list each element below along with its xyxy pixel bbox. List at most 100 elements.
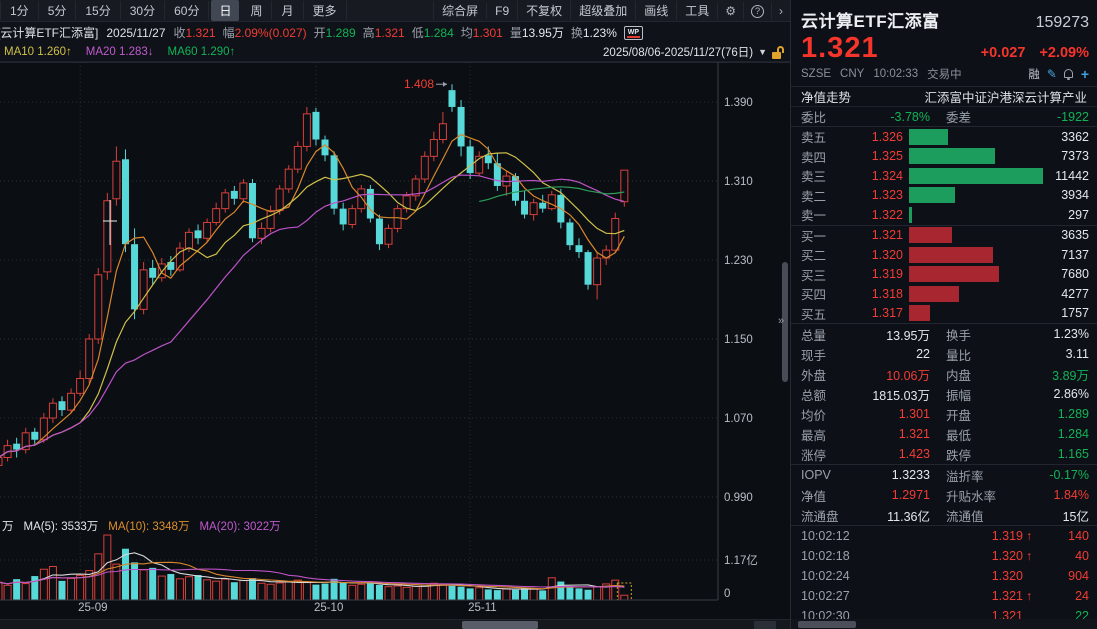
orderbook-row-卖四[interactable]: 卖四1.3257373 xyxy=(791,147,1097,167)
volume-bar-up xyxy=(385,587,392,600)
help-icon[interactable]: ? xyxy=(743,2,771,19)
scrollbar-button[interactable] xyxy=(754,621,776,629)
sell-orderbook: 卖五1.3263362卖四1.3257373卖三1.32411442卖二1.32… xyxy=(791,127,1097,226)
more-chevron-icon[interactable]: › xyxy=(771,3,790,19)
quote-field-收: 收1.321 xyxy=(174,26,216,40)
orderbook-volume-bar xyxy=(909,247,993,263)
date-range[interactable]: 2025/08/06-2025/11/27(76日) xyxy=(603,44,753,60)
exchange-label: SZSE xyxy=(801,68,831,80)
volume-axis-zero: 0 xyxy=(724,588,730,600)
stat-label: 内盘 xyxy=(946,365,1008,384)
stock-code: 159273 xyxy=(1036,14,1089,32)
settings-gear-icon[interactable]: ⚙ xyxy=(717,3,743,19)
volume-ma5-line xyxy=(0,553,624,589)
stat-label: 开盘 xyxy=(946,405,1008,424)
quote-field-换: 换1.23% xyxy=(571,26,617,40)
stat-value: 1.165 xyxy=(1008,447,1089,461)
fund-full-name[interactable]: 汇添富中证沪港深云计算产业 xyxy=(924,87,1087,106)
tab-period-更多[interactable]: 更多 xyxy=(304,1,347,20)
tab-period-30分[interactable]: 30分 xyxy=(121,1,165,20)
orderbook-row-卖二[interactable]: 卖二1.3233934 xyxy=(791,186,1097,206)
orderbook-price: 1.323 xyxy=(841,188,903,202)
orderbook-level-label: 买一 xyxy=(801,226,841,245)
orderbook-row-卖一[interactable]: 卖一1.322297 xyxy=(791,205,1097,225)
toolbar-action-不复权[interactable]: 不复权 xyxy=(517,1,570,20)
volume-bar-up xyxy=(204,580,211,600)
orderbook-volume-bar xyxy=(909,129,948,145)
orderbook-row-买一[interactable]: 买一1.3213635 xyxy=(791,226,1097,246)
unlock-icon[interactable] xyxy=(772,46,784,59)
quote-fields: 收1.321幅2.09%(0.027)开1.289高1.321低1.284均1.… xyxy=(174,24,624,41)
y-axis-tick: 1.310 xyxy=(724,176,753,188)
tab-period-日[interactable]: 日 xyxy=(211,0,239,21)
orderbook-row-卖五[interactable]: 卖五1.3263362 xyxy=(791,127,1097,147)
panel-collapse-icon[interactable]: » xyxy=(778,315,784,327)
y-axis-tick: 0.990 xyxy=(724,492,753,504)
candle-up xyxy=(594,258,601,285)
volume-bar-up xyxy=(548,578,555,600)
panel-scrollbar-thumb[interactable] xyxy=(798,621,856,628)
candlestick-chart[interactable]: 1.3901.3101.2301.1501.0700.9901.408 xyxy=(0,62,790,517)
stat-label: 升贴水率 xyxy=(946,486,1008,505)
orderbook-price: 1.325 xyxy=(841,149,903,163)
orderbook-bar-track xyxy=(909,168,1043,184)
candle-up xyxy=(140,270,147,310)
tab-period-60分[interactable]: 60分 xyxy=(165,1,209,20)
chevron-down-icon[interactable]: ▼ xyxy=(758,47,767,57)
orderbook-volume: 3934 xyxy=(1043,188,1089,202)
price-change-pct: +2.09% xyxy=(1039,45,1089,61)
candle-up xyxy=(77,379,84,394)
volume-bar-up xyxy=(158,576,165,600)
alert-bell-icon[interactable] xyxy=(1064,69,1073,78)
stat-value: 1.301 xyxy=(849,407,930,421)
orderbook-row-买五[interactable]: 买五1.3171757 xyxy=(791,304,1097,324)
chart-section: 1分5分15分30分60分日周月更多 综合屏F9不复权超级叠加画线工具⚙?› [… xyxy=(0,0,790,629)
add-watchlist-icon[interactable]: + xyxy=(1081,66,1089,82)
tab-period-5分[interactable]: 5分 xyxy=(39,1,77,20)
chart-scrollbar-thumb[interactable] xyxy=(462,621,538,629)
period-tabs: 1分5分15分30分60分日周月更多 xyxy=(0,0,347,21)
iopv-row-流通盘: 流通盘11.36亿流通值15亿 xyxy=(791,505,1097,525)
wp-monitor-icon[interactable]: WP xyxy=(624,26,643,40)
candle-down xyxy=(58,401,65,410)
toolbar-action-画线[interactable]: 画线 xyxy=(635,1,676,20)
stat-label: 溢折率 xyxy=(946,466,1008,485)
iopv-row-净值: 净值1.2971升贴水率1.84% xyxy=(791,485,1097,505)
candle-down xyxy=(575,245,582,252)
tab-period-15分[interactable]: 15分 xyxy=(76,1,120,20)
quote-time: 10:02:33 xyxy=(873,68,918,80)
volume-ma-label: MA(10): 3348万 xyxy=(108,518,189,534)
tick-time: 10:02:18 xyxy=(801,549,867,563)
tick-price: 1.320 xyxy=(867,569,1023,583)
toolbar-action-工具[interactable]: 工具 xyxy=(676,1,717,20)
candle-up xyxy=(86,339,93,379)
tab-period-月[interactable]: 月 xyxy=(272,1,303,20)
tab-period-周[interactable]: 周 xyxy=(241,1,272,20)
panel-scrollbar[interactable] xyxy=(791,619,1097,629)
tick-volume: 40 xyxy=(1037,549,1089,563)
candle-down xyxy=(458,107,465,147)
orderbook-level-label: 买二 xyxy=(801,245,841,264)
orderbook-level-label: 买五 xyxy=(801,304,841,323)
period-toolbar: 1分5分15分30分60分日周月更多 综合屏F9不复权超级叠加画线工具⚙?› xyxy=(0,0,790,22)
orderbook-row-买三[interactable]: 买三1.3197680 xyxy=(791,265,1097,285)
toolbar-action-综合屏[interactable]: 综合屏 xyxy=(433,1,486,20)
orderbook-row-买二[interactable]: 买二1.3207137 xyxy=(791,245,1097,265)
volume-bar-down xyxy=(58,581,65,600)
field-value: 1.23% xyxy=(583,26,617,40)
toolbar-action-F9[interactable]: F9 xyxy=(486,3,517,19)
candle-up xyxy=(49,403,56,418)
tick-list[interactable]: 10:02:121.319↑14010:02:181.320↑4010:02:2… xyxy=(791,526,1097,626)
tab-period-1分[interactable]: 1分 xyxy=(0,1,39,20)
chart-scrollbar[interactable] xyxy=(0,619,790,629)
tick-price: 1.320 xyxy=(867,549,1023,563)
orderbook-volume: 3635 xyxy=(1043,228,1089,242)
candle-down xyxy=(312,112,319,140)
tick-volume: 24 xyxy=(1037,589,1089,603)
toolbar-action-超级叠加[interactable]: 超级叠加 xyxy=(570,1,635,20)
orderbook-row-卖三[interactable]: 卖三1.32411442 xyxy=(791,166,1097,186)
orderbook-row-买四[interactable]: 买四1.3184277 xyxy=(791,284,1097,304)
tab-nav-trend[interactable]: 净值走势 xyxy=(801,87,851,106)
edit-icon[interactable]: ✎ xyxy=(1047,67,1057,81)
x-axis-label-25-11: 25-11 xyxy=(468,602,497,614)
